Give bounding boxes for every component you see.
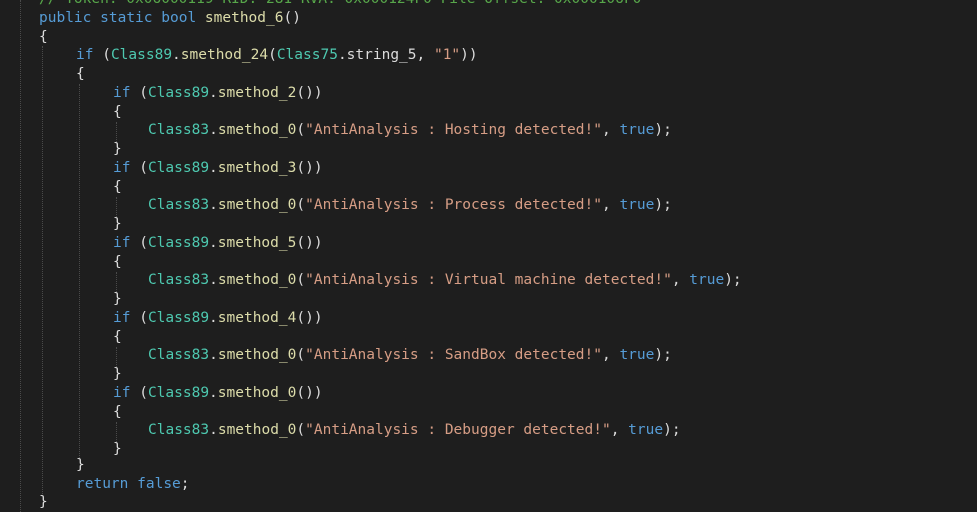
punctuation: . [172,47,181,63]
return-line: return false; [76,475,190,493]
method-name: smethod_0 [217,385,297,401]
class-name: Class89 [110,47,173,63]
indent-guide [20,0,21,512]
method-name: smethod_4 [217,310,297,326]
punctuation: ( [268,47,277,63]
indent-guide [116,347,117,367]
code-comment-line: // Token: 0x06000119 RID: 281 RVA: 0x000… [39,0,641,8]
keyword: public [39,10,92,26]
string-literal: "AntiAnalysis : SandBox detected!" [305,347,602,363]
punctuation: () [283,10,301,26]
open-brace: { [113,254,122,270]
report-call-line: Class83.smethod_0("AntiAnalysis : Debugg… [148,422,681,438]
method-name: smethod_0 [217,347,297,363]
class-name: Class89 [147,385,210,401]
indent-guide [116,422,117,442]
method-name: smethod_2 [217,85,297,101]
close-brace: } [39,494,48,510]
method-name: smethod_0 [217,197,297,213]
method-name: smethod_0 [217,122,297,138]
string-literal: "AntiAnalysis : Hosting detected!" [305,122,602,138]
close-brace: } [113,216,122,232]
report-call-line: Class83.smethod_0("AntiAnalysis : Hostin… [148,122,672,138]
keyword: if [113,310,131,326]
report-call-line: Class83.smethod_0("AntiAnalysis : SandBo… [148,347,672,363]
method-name: smethod_0 [217,272,297,288]
keyword: true [628,422,664,438]
string-literal: "AntiAnalysis : Debugger detected!" [305,422,611,438]
open-brace: { [39,29,48,45]
close-brace: } [113,441,122,457]
report-call-line: Class83.smethod_0("AntiAnalysis : Proces… [148,197,672,213]
open-brace: { [113,104,122,120]
class-name: Class83 [148,122,210,138]
string-literal: "1" [433,47,461,63]
keyword: if [113,385,131,401]
method-name: smethod_0 [217,422,297,438]
class-name: Class83 [148,197,210,213]
code-editor[interactable]: // Token: 0x06000119 RID: 281 RVA: 0x000… [0,0,977,512]
indent-guide [116,122,117,142]
keyword: if [76,47,94,63]
method-name: smethod_24 [180,47,269,63]
indent-guide [116,272,117,292]
method-signature-line: public static bool smethod_6() [39,9,301,27]
class-name: Class89 [147,235,210,251]
string-literal: "AntiAnalysis : Virtual machine detected… [305,272,672,288]
check-if-line: if (Class89.smethod_5()) [113,235,323,251]
field-access: .string_5, [337,47,434,63]
punctuation: ( [93,47,111,63]
indent-guide [42,46,43,494]
class-name: Class75 [276,47,338,63]
keyword: true [689,272,725,288]
keyword: bool [161,10,197,26]
close-brace: } [76,457,85,473]
close-brace: } [113,291,122,307]
keyword: false [137,476,181,492]
method-name: smethod_3 [217,160,297,176]
outer-if-line: if (Class89.smethod_24(Class75.string_5,… [76,46,478,64]
report-call-line: Class83.smethod_0("AntiAnalysis : Virtua… [148,272,742,288]
open-brace: { [113,404,122,420]
keyword: if [113,85,131,101]
class-name: Class89 [147,310,210,326]
keyword: if [113,235,131,251]
indent-guide [79,84,80,458]
method-name: smethod_5 [217,235,297,251]
open-brace: { [76,66,85,82]
close-brace: } [113,141,122,157]
check-if-line: if (Class89.smethod_4()) [113,310,323,326]
punctuation: ; [180,476,190,492]
keyword: true [619,347,655,363]
check-if-line: if (Class89.smethod_3()) [113,160,323,176]
close-brace: } [113,366,122,382]
class-name: Class83 [148,272,210,288]
class-name: Class89 [147,85,210,101]
string-literal: "AntiAnalysis : Process detected!" [305,197,602,213]
class-name: Class83 [148,347,210,363]
keyword: static [100,10,153,26]
method-name: smethod_6 [204,10,284,26]
check-if-line: if (Class89.smethod_2()) [113,85,323,101]
punctuation: )) [460,47,478,63]
keyword: return [76,476,129,492]
class-name: Class83 [148,422,210,438]
open-brace: { [113,179,122,195]
keyword: true [619,197,655,213]
keyword: true [619,122,655,138]
indent-guide [116,197,117,217]
check-if-line: if (Class89.smethod_0()) [113,385,323,401]
class-name: Class89 [147,160,210,176]
keyword: if [113,160,131,176]
open-brace: { [113,329,122,345]
